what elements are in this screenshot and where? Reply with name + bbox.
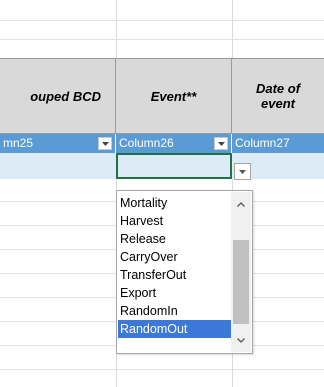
list-item[interactable]: Harvest (118, 212, 231, 230)
filter-header-row: mn25 Column26 Column27 (0, 134, 324, 153)
scroll-up-button[interactable] (231, 194, 251, 214)
list-item[interactable]: RandomIn (118, 302, 231, 320)
spreadsheet-grid: ouped BCD Event** Date of event mn25 Col… (0, 0, 324, 387)
validation-dropdown-list[interactable]: Mortality Harvest Release CarryOver Tran… (116, 190, 253, 354)
filter-label: mn25 (3, 136, 34, 150)
header-date-of-event[interactable]: Date of event (232, 59, 324, 133)
chevron-down-icon (217, 141, 225, 146)
gridline (0, 20, 324, 21)
chevron-down-icon (101, 141, 109, 146)
filter-cell-column26[interactable]: Column26 (116, 134, 232, 153)
list-item-selected[interactable]: RandomOut (118, 320, 231, 338)
list-item[interactable]: Mortality (118, 194, 231, 212)
filter-label: Column26 (119, 136, 174, 150)
active-cell-event[interactable] (116, 153, 232, 179)
chevron-down-icon (239, 169, 246, 174)
header-event[interactable]: Event** (116, 59, 232, 133)
scroll-down-button[interactable] (231, 330, 251, 350)
header-grouped-bcd[interactable]: ouped BCD (0, 59, 116, 133)
table-header-row: ouped BCD Event** Date of event (0, 58, 324, 134)
gridline (0, 369, 324, 370)
list-item[interactable]: CarryOver (118, 248, 231, 266)
filter-label: Column27 (235, 136, 290, 150)
chevron-down-icon (237, 337, 245, 343)
filter-cell-column25[interactable]: mn25 (0, 134, 116, 153)
scrollbar-thumb[interactable] (233, 240, 249, 324)
list-scrollbar[interactable] (231, 192, 251, 352)
list-item[interactable]: Release (118, 230, 231, 248)
list-item[interactable]: Export (118, 284, 231, 302)
list-item[interactable]: TransferOut (118, 266, 231, 284)
cell-validation-dropdown-button[interactable] (234, 163, 251, 180)
filter-dropdown-button[interactable] (214, 137, 228, 150)
gridline (0, 39, 324, 40)
chevron-up-icon (237, 201, 245, 207)
filter-dropdown-button[interactable] (98, 137, 112, 150)
filter-cell-column27[interactable]: Column27 (232, 134, 324, 153)
